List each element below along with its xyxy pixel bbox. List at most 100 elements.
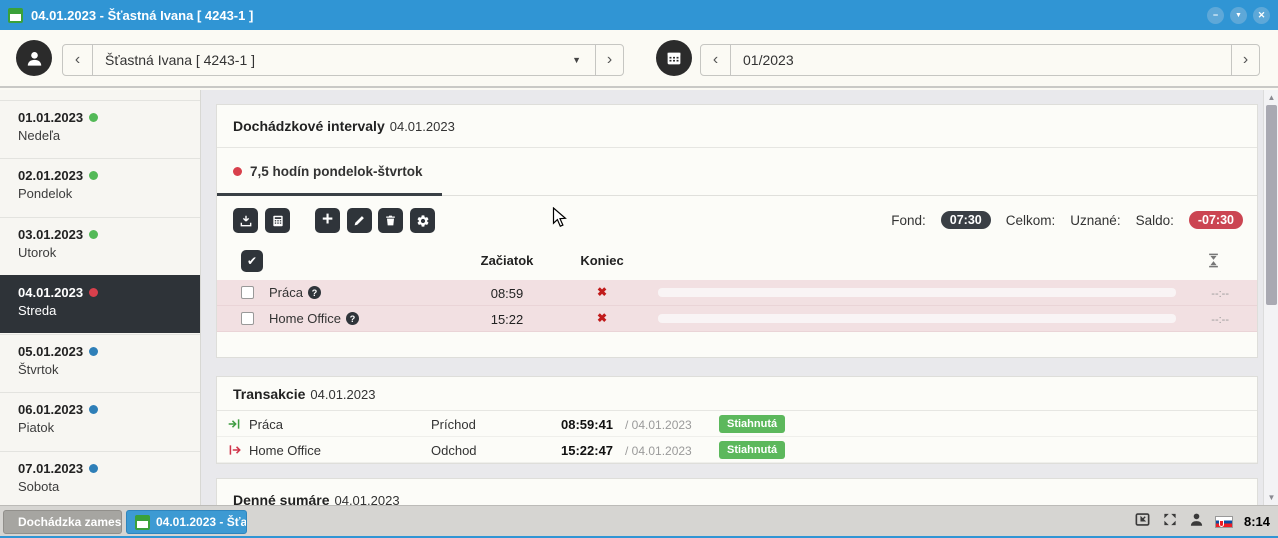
- interval-start: 15:22: [490, 312, 524, 327]
- vertical-scrollbar[interactable]: ▲ ▼: [1263, 90, 1278, 505]
- transaction-time: 15:22:47: [561, 443, 614, 458]
- interval-row-home-office[interactable]: Home Office? 15:22 ✖ --:--: [217, 306, 1257, 332]
- minimize-button[interactable]: −: [1207, 6, 1224, 24]
- status-dot-blue: [89, 464, 99, 473]
- day-item-07-01-2023[interactable]: 07.01.2023 Sobota: [0, 451, 200, 505]
- sign-out-icon: [227, 443, 242, 462]
- interval-duration: --:--: [1211, 314, 1229, 326]
- day-item-06-01-2023[interactable]: 06.01.2023 Piatok: [0, 392, 200, 450]
- edit-interval-button[interactable]: [347, 208, 372, 233]
- caret-down-icon: ▼: [1235, 11, 1242, 19]
- transactions-date: 04.01.2023: [310, 387, 376, 402]
- transaction-date: / 04.01.2023: [625, 418, 692, 432]
- tab-label: 7,5 hodín pondelok-štvrtok: [250, 164, 423, 179]
- transaction-row-prichod[interactable]: Práca Príchod 08:59:41 / 04.01.2023 Stia…: [217, 411, 1257, 437]
- transaction-name: Home Office: [249, 443, 322, 458]
- restore-button[interactable]: ▼: [1230, 6, 1247, 24]
- daily-summary-title: Denné sumáre: [233, 492, 330, 505]
- scroll-down-arrow[interactable]: ▼: [1264, 491, 1278, 504]
- saldo-badge: -07:30: [1188, 211, 1243, 229]
- taskbar-window-label: 04.01.2023 - Šťastn: [156, 515, 247, 529]
- transaction-row-odchod[interactable]: Home Office Odchod 15:22:47 / 04.01.2023…: [217, 437, 1257, 463]
- day-date: 05.01.2023: [18, 344, 84, 359]
- employee-menu-button[interactable]: [16, 40, 52, 76]
- chevron-right-icon: ›: [606, 51, 613, 68]
- period-menu-button[interactable]: [656, 40, 692, 76]
- pencil-icon: [354, 216, 364, 226]
- calculator-icon: [272, 215, 283, 226]
- day-item-01-01-2023[interactable]: 01.01.2023 Nedeľa: [0, 100, 200, 158]
- day-date: 04.01.2023: [18, 285, 84, 300]
- employee-prev-button[interactable]: ‹: [63, 45, 93, 75]
- fond-badge: 07:30: [940, 211, 991, 229]
- taskbar-app-button[interactable]: Dochádzka zamest: [3, 510, 122, 534]
- daily-summary-date: 04.01.2023: [334, 493, 400, 505]
- taskbar-window-button[interactable]: 04.01.2023 - Šťastn: [126, 510, 247, 534]
- fullscreen-icon[interactable]: [1162, 512, 1178, 532]
- day-item-04-01-2023-selected[interactable]: 04.01.2023 Streda: [0, 275, 200, 333]
- day-item-03-01-2023[interactable]: 03.01.2023 Utorok: [0, 217, 200, 275]
- language-flag-icon[interactable]: [1214, 515, 1233, 528]
- help-icon[interactable]: ?: [346, 312, 360, 325]
- transaction-name: Práca: [249, 417, 283, 432]
- chevron-down-icon: ▼: [572, 55, 581, 65]
- interval-name: Home Office: [269, 311, 342, 326]
- status-badge: Stiahnutá: [719, 441, 786, 459]
- row-checkbox[interactable]: [241, 312, 254, 325]
- day-weekday: Štvrtok: [18, 362, 59, 377]
- missing-end-icon: ✖: [596, 311, 608, 325]
- settings-button[interactable]: [410, 208, 435, 233]
- download-button[interactable]: [233, 208, 258, 233]
- status-dot-green: [89, 113, 99, 122]
- row-checkbox[interactable]: [241, 286, 254, 299]
- day-weekday: Utorok: [18, 245, 57, 260]
- transactions-title: Transakcie: [233, 386, 306, 402]
- close-button[interactable]: ✕: [1253, 6, 1270, 24]
- tab-shift-model[interactable]: 7,5 hodín pondelok-štvrtok: [217, 148, 439, 195]
- calendar-icon: [135, 514, 150, 530]
- day-item-05-01-2023[interactable]: 05.01.2023 Štvrtok: [0, 334, 200, 392]
- status-dot-blue: [89, 405, 99, 414]
- check-icon: ✔: [246, 254, 258, 268]
- day-weekday: Nedeľa: [18, 128, 61, 143]
- calendar-icon: [8, 7, 23, 23]
- interval-row-praca[interactable]: Práca? 08:59 ✖ --:--: [217, 280, 1257, 306]
- intervals-panel: Dochádzkové intervaly 04.01.2023 7,5 hodí…: [216, 104, 1258, 358]
- uznane-label: Uznané:: [1070, 212, 1121, 228]
- intervals-title: Dochádzkové intervaly: [233, 118, 385, 134]
- interval-duration: --:--: [1211, 288, 1229, 300]
- restore-view-icon[interactable]: [1134, 512, 1151, 532]
- employee-next-button[interactable]: ›: [595, 45, 623, 75]
- status-dot-red: [89, 288, 99, 297]
- sign-in-icon: [227, 417, 242, 436]
- taskbar-app-label: Dochádzka zamest: [18, 515, 122, 529]
- saldo-label: Saldo:: [1135, 212, 1174, 228]
- period-select[interactable]: 01/2023: [731, 45, 1231, 75]
- select-all-checkbox[interactable]: ✔: [241, 250, 263, 272]
- celkom-label: Celkom:: [1005, 212, 1056, 228]
- transaction-time: 08:59:41: [561, 417, 614, 432]
- day-item-02-01-2023[interactable]: 02.01.2023 Pondelok: [0, 158, 200, 216]
- scrollbar-thumb[interactable]: [1266, 105, 1277, 305]
- taskbar-tray: 8:14: [1134, 506, 1270, 537]
- day-date: 03.01.2023: [18, 227, 84, 242]
- content-area: 01.01.2023 Nedeľa 02.01.2023 Pondelok 03…: [0, 90, 1278, 505]
- day-weekday: Streda: [18, 303, 57, 318]
- day-date: 02.01.2023: [18, 168, 84, 183]
- period-next-button[interactable]: ›: [1231, 45, 1259, 75]
- chevron-right-icon: ›: [1242, 51, 1249, 68]
- user-icon[interactable]: [1189, 512, 1204, 532]
- employee-select[interactable]: Šťastná Ivana [ 4243-1 ] ▼: [93, 45, 595, 75]
- day-date: 07.01.2023: [18, 461, 84, 476]
- interval-progress-bar: [658, 314, 1176, 323]
- day-weekday: Pondelok: [18, 186, 73, 201]
- person-icon: [27, 51, 41, 66]
- period-prev-button[interactable]: ‹: [701, 45, 731, 75]
- intervals-header: Dochádzkové intervaly 04.01.2023: [217, 105, 1257, 148]
- minimize-icon: −: [1212, 10, 1219, 20]
- delete-interval-button[interactable]: [378, 208, 403, 233]
- add-interval-button[interactable]: +: [315, 208, 340, 233]
- help-icon[interactable]: ?: [307, 286, 321, 299]
- calculator-button[interactable]: [265, 208, 290, 233]
- scroll-up-arrow[interactable]: ▲: [1264, 91, 1278, 104]
